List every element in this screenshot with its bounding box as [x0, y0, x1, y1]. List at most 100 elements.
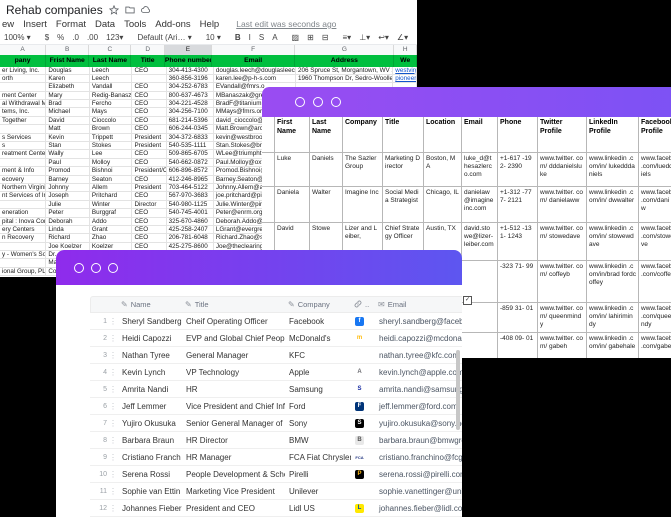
contact-cell-linkedin[interactable]: www.linkedin .com/in/brad fordcoffey [587, 261, 639, 303]
sheet-cell-phone[interactable]: 304-413-4300 [167, 67, 214, 75]
column-header-E[interactable]: E [165, 45, 212, 55]
contact-cell-facebook[interactable]: www.facebook .com/queen mindy [639, 303, 671, 333]
sheet-cell-last[interactable]: Lee [90, 150, 133, 158]
leads-cell-name[interactable]: Serena Rossi [118, 466, 182, 482]
window-dot-icon[interactable] [91, 263, 101, 273]
sheet-cell-title[interactable]: CEO [132, 176, 166, 184]
sheet-cell-title[interactable]: CEO [132, 83, 166, 91]
sheet-cell-first[interactable]: David [46, 117, 90, 125]
contact-cell-twitter[interactable]: www.twitter. com/ danielaww [538, 187, 587, 223]
sheet-cell-website[interactable]: westvirginiasob [393, 67, 417, 75]
leads-cell-logo[interactable]: FCA [351, 449, 375, 465]
sheet-header-cell[interactable]: Phone number [165, 55, 212, 67]
column-header-A[interactable]: A [0, 45, 46, 55]
contact-cell-phone[interactable]: +1-312 -777- 2121 [498, 187, 538, 223]
contact-cell-linkedin[interactable]: www.linkedin .com/in/ lukedddaniels [587, 153, 639, 187]
sheet-cell-title[interactable]: CEO [132, 125, 166, 133]
sheet-cell-company[interactable]: ery Centers [0, 226, 46, 234]
sheet-cell-phone[interactable]: 304-256-7100 [167, 108, 214, 116]
sheet-cell-last[interactable]: Molloy [90, 159, 133, 167]
last-edit-link[interactable]: Last edit was seconds ago [236, 19, 336, 29]
sheet-cell-phone[interactable]: 325-670-4860 [167, 218, 214, 226]
leads-cell-company[interactable]: Samsung [285, 381, 351, 397]
column-header-C[interactable]: C [89, 45, 131, 55]
leads-cell-name[interactable]: Kevin Lynch [118, 364, 182, 380]
sheet-cell-title[interactable]: President [132, 134, 166, 142]
list-window-header[interactable] [56, 250, 462, 285]
sheet-cell-first[interactable]: Michael [46, 108, 90, 116]
leads-row[interactable]: 2⋮Heidi CapozziEVP and Global Chief Peop… [90, 330, 462, 347]
sheet-cell-last[interactable]: Redig-Banaszak [90, 92, 133, 100]
leads-cell-name[interactable]: Heidi Capozzi [118, 330, 182, 346]
sheet-cell-first[interactable]: Douglas [46, 67, 90, 75]
star-icon[interactable] [109, 5, 119, 15]
window-dot-icon[interactable] [108, 263, 118, 273]
sheet-cell-last[interactable]: Cioccolo [90, 117, 133, 125]
sheet-cell-phone[interactable]: 800-637-4673 [167, 92, 214, 100]
sheet-cell-first[interactable]: Kevin [46, 134, 90, 142]
leads-cell-name[interactable]: Johannes Fieber [118, 500, 182, 516]
sheet-cell-title[interactable]: CEO [132, 92, 166, 100]
sheet-cell-phone[interactable]: 304-252-6783 [167, 83, 214, 91]
sheet-cell-company[interactable]: ional Group, PLLC [0, 268, 46, 276]
leads-cell-logo[interactable]: F [351, 398, 375, 414]
sheet-cell-first[interactable]: Paul [46, 159, 90, 167]
sheet-cell-title[interactable]: CEO [132, 209, 166, 217]
leads-cell-email[interactable]: nathan.tyree@kfc.com [375, 347, 462, 363]
leads-cell-name[interactable]: Barbara Braun [118, 432, 182, 448]
sheet-cell-title[interactable]: CEO [132, 192, 166, 200]
currency-format-icon[interactable]: $ [45, 33, 49, 42]
sheet-cell-first[interactable]: Stan [46, 142, 90, 150]
move-folder-icon[interactable] [125, 5, 135, 15]
menu-item-format[interactable]: Format [56, 19, 86, 30]
sheet-cell-company[interactable]: ecovery [0, 176, 46, 184]
menu-item-ew[interactable]: ew [2, 19, 14, 30]
leads-cell-company[interactable]: McDonald's [285, 330, 351, 346]
contact-cell-index[interactable] [262, 187, 275, 223]
sheet-cell-first[interactable]: Matt [46, 125, 90, 133]
leads-cell-name[interactable]: Jeff Lemmer [118, 398, 182, 414]
sheet-cell-first[interactable]: Wally [46, 150, 90, 158]
leads-cell-title[interactable]: HR Manager [182, 449, 285, 465]
leads-cell-company[interactable]: KFC [285, 347, 351, 363]
leads-cell-company[interactable]: FCA Fiat Chrysler [285, 449, 351, 465]
sheet-cell-company[interactable]: nt Services of Ironto [0, 192, 46, 200]
sheet-cell-title[interactable]: CEO [132, 218, 166, 226]
sheet-cell-company[interactable]: reatment Center [0, 150, 46, 158]
sheet-cell-phone[interactable]: 304-372-6833 [167, 134, 214, 142]
sheet-cell-phone[interactable]: 360-856-3196 [167, 75, 214, 83]
sheet-cell-phone[interactable]: 304-221-4528 [167, 100, 214, 108]
sheet-cell-email[interactable]: douglas.leech@douglasleech.com [214, 67, 296, 75]
fill-color-icon[interactable]: ▨ [292, 33, 300, 42]
sheet-cell-title[interactable]: CEO [132, 226, 166, 234]
v-align-icon[interactable]: ⊥▾ [359, 33, 370, 42]
contact-cell-twitter[interactable]: www.twitter. com/ stowedave [538, 223, 587, 261]
leads-cell-title[interactable]: Vice President and Chief Infor [182, 398, 285, 414]
sheet-cell-first[interactable]: Brad [46, 100, 90, 108]
sheet-cell-last[interactable]: Burggraf [90, 209, 133, 217]
sheet-cell-first[interactable]: Promod [46, 167, 90, 175]
sheet-cell-company[interactable]: er Living, Inc. [0, 67, 46, 75]
leads-row[interactable]: 5⋮Amrita NandiHRSamsungSamrita.nandi@sam… [90, 381, 462, 398]
text-rotate-icon[interactable]: ∠▾ [397, 33, 408, 42]
bold-icon[interactable]: B [235, 33, 241, 42]
sheet-cell-first[interactable]: Karen [46, 75, 90, 83]
leads-cell-logo[interactable] [351, 483, 375, 499]
leads-cell-logo[interactable]: A [351, 364, 375, 380]
leads-cell-logo[interactable]: S [351, 381, 375, 397]
document-title[interactable]: Rehab companies [6, 3, 103, 17]
sheet-cell-company[interactable]: pital : Inova Compr [0, 218, 46, 226]
leads-row[interactable]: 8⋮Barbara BraunHR DirectorBMWBbarbara.br… [90, 432, 462, 449]
leads-cell-email[interactable]: serena.rossi@pirelli.com [375, 466, 462, 482]
leads-cell-logo[interactable] [351, 347, 375, 363]
leads-cell-email[interactable]: amrita.nandi@samsung.com [375, 381, 462, 397]
sheet-cell-last[interactable]: Grant [90, 226, 133, 234]
contact-cell-email[interactable]: luke_d@thesazlerco.com [462, 153, 498, 187]
sheet-cell-company[interactable]: Together [0, 117, 46, 125]
contact-cell-phone[interactable]: +1-512 -131- 1243 [498, 223, 538, 261]
sheet-cell-email[interactable]: karen.lee@p-h-s.com [214, 75, 296, 83]
contact-header-cell[interactable]: Phone [498, 117, 538, 153]
sheet-cell-title[interactable]: CEO [132, 150, 166, 158]
contact-cell-facebook[interactable]: www.facebook .com/luedd daniels [639, 153, 671, 187]
sheet-cell-first[interactable]: Mary [46, 92, 90, 100]
